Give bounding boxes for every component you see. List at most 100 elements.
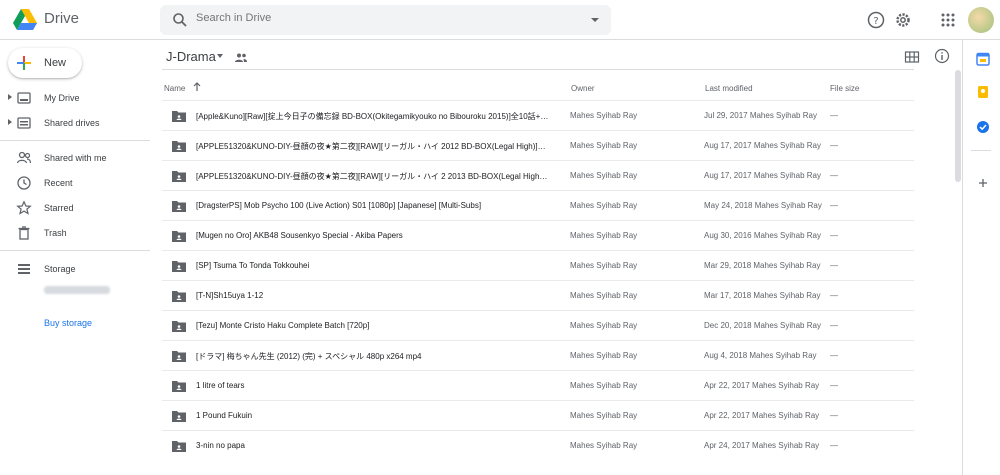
file-last-modified: Aug 4, 2018 Mahes Syihab Ray — [704, 351, 817, 360]
expand-caret-icon[interactable] — [8, 119, 12, 125]
info-icon[interactable] — [934, 48, 950, 64]
search-options-icon[interactable] — [591, 18, 599, 22]
file-last-modified: Mar 29, 2018 Mahes Syihab Ray — [704, 261, 821, 270]
file-name: [APPLE51320&KUNO-DIY-昼顔の夜★第二夜][RAW][リーガル… — [196, 172, 551, 181]
shared-folder-icon — [172, 351, 186, 362]
new-button[interactable]: New — [8, 48, 82, 78]
sidebar-item-recent[interactable]: Recent — [0, 173, 150, 193]
shared-folder-icon — [172, 321, 186, 332]
sidebar-item-label: Starred — [44, 203, 74, 213]
file-name: [APPLE51320&KUNO-DIY-昼顔の夜★第二夜][RAW][リーガル… — [196, 142, 551, 151]
file-owner: Mahes Syihab Ray — [570, 261, 638, 270]
file-last-modified: Aug 17, 2017 Mahes Syihab Ray — [704, 171, 821, 180]
plus-icon — [17, 56, 31, 70]
storage-icon — [18, 264, 30, 274]
file-size: — — [830, 351, 838, 360]
sidebar-item-shared-drives[interactable]: Shared drives — [0, 113, 150, 133]
file-owner: Mahes Syihab Ray — [570, 111, 638, 120]
file-size: — — [830, 381, 838, 390]
file-row[interactable]: [Mugen no Oro] AKB48 Sousenkyo Special -… — [162, 220, 914, 250]
folder-title[interactable]: J-Drama — [166, 49, 216, 64]
shared-folder-icon — [172, 291, 186, 302]
sidebar-item-label: My Drive — [44, 93, 80, 103]
apps-grid-icon[interactable] — [938, 10, 958, 30]
file-size: — — [830, 291, 838, 300]
file-name: [Tezu] Monte Cristo Haku Complete Batch … — [196, 321, 370, 330]
file-row[interactable]: 3-nin no papa Mahes Syihab Ray Apr 24, 201… — [162, 430, 914, 460]
file-row[interactable]: [T-N]Sh15uya 1-12 Mahes Syihab Ray Mar 17,… — [162, 280, 914, 310]
file-last-modified: Apr 22, 2017 Mahes Syihab Ray — [704, 411, 820, 420]
file-size: — — [830, 171, 838, 180]
file-row[interactable]: [Apple&Kuno][Raw][掟上今日子の備忘録 BD-BOX(Okite… — [162, 100, 914, 130]
calendar-icon[interactable] — [976, 52, 990, 66]
file-size: — — [830, 111, 838, 120]
shared-folder-icon — [172, 261, 186, 272]
app-name[interactable]: Drive — [44, 10, 79, 27]
sidebar-item-trash[interactable]: Trash — [0, 223, 150, 243]
file-row[interactable]: [DragsterPS] Mob Psycho 100 (Live Action… — [162, 190, 914, 220]
file-row[interactable]: [APPLE51320&KUNO-DIY-昼顔の夜★第二夜][RAW][リーガル… — [162, 160, 914, 190]
file-name: [ドラマ] 梅ちゃん先生 (2012) (完) + スペシャル 480p x26… — [196, 352, 422, 361]
file-row[interactable]: [ドラマ] 梅ちゃん先生 (2012) (完) + スペシャル 480p x26… — [162, 340, 914, 370]
sidebar-item-label: Recent — [44, 178, 73, 188]
shared-folder-icon — [172, 141, 186, 152]
search-input[interactable] — [196, 12, 576, 24]
file-name: [Apple&Kuno][Raw][掟上今日子の備忘録 BD-BOX(Okite… — [196, 112, 551, 121]
settings-gear-icon[interactable] — [893, 10, 913, 30]
file-last-modified: Jul 29, 2017 Mahes Syihab Ray — [704, 111, 817, 120]
file-row[interactable]: 1 litre of tears Mahes Syihab Ray Apr 22, … — [162, 370, 914, 400]
star-icon — [16, 200, 32, 215]
sort-ascending-arrow-icon[interactable] — [192, 82, 202, 92]
sidebar-item-my-drive[interactable]: My Drive — [0, 88, 150, 108]
trash-icon — [18, 226, 30, 240]
help-icon[interactable]: ? — [866, 10, 886, 30]
file-size: — — [830, 411, 838, 420]
file-last-modified: Dec 20, 2018 Mahes Syihab Ray — [704, 321, 821, 330]
avatar[interactable] — [968, 7, 994, 33]
my-drive-icon — [17, 92, 31, 104]
file-last-modified: Apr 24, 2017 Mahes Syihab Ray — [704, 441, 820, 450]
file-name: 1 litre of tears — [196, 381, 245, 390]
tasks-icon[interactable] — [976, 120, 990, 134]
buy-storage-link[interactable]: Buy storage — [44, 318, 92, 328]
file-name: [T-N]Sh15uya 1-12 — [196, 291, 264, 300]
column-header-name[interactable]: Name — [164, 84, 185, 93]
file-last-modified: May 24, 2018 Mahes Syihab Ray — [704, 201, 822, 210]
keep-icon[interactable] — [976, 85, 990, 99]
file-row[interactable]: [SP] Tsuma To Tonda Tokkouhei Mahes Syiha… — [162, 250, 914, 280]
file-row[interactable]: [APPLE51320&KUNO-DIY-昼顔の夜★第二夜][RAW][リーガル… — [162, 130, 914, 160]
shared-folder-icon — [172, 231, 186, 242]
search-bar[interactable] — [160, 5, 611, 35]
grid-view-icon[interactable] — [904, 49, 920, 65]
file-row[interactable]: [Tezu] Monte Cristo Haku Complete Batch … — [162, 310, 914, 340]
shared-folder-icon — [172, 441, 186, 452]
column-header-last-modified[interactable]: Last modified — [705, 84, 753, 93]
folder-menu-caret-icon[interactable] — [217, 54, 223, 58]
file-owner: Mahes Syihab Ray — [570, 291, 638, 300]
column-headers: Name Owner Last modified File size — [150, 70, 910, 100]
sidebar-item-starred[interactable]: Starred — [0, 198, 150, 218]
clock-icon — [17, 176, 31, 190]
expand-caret-icon[interactable] — [8, 94, 12, 100]
file-owner: Mahes Syihab Ray — [570, 351, 638, 360]
file-size: — — [830, 231, 838, 240]
file-name: [DragsterPS] Mob Psycho 100 (Live Action… — [196, 201, 482, 210]
column-header-owner[interactable]: Owner — [571, 84, 595, 93]
sidebar-item-storage[interactable]: Storage — [0, 259, 150, 279]
file-name: 1 Pound Fukuin — [196, 411, 253, 420]
sidebar-item-label: Shared with me — [44, 153, 107, 163]
scrollbar[interactable] — [955, 70, 961, 182]
shared-folder-icon — [172, 411, 186, 422]
shared-folder-icon — [172, 201, 186, 212]
search-icon[interactable] — [172, 12, 188, 28]
add-addon-plus-icon[interactable] — [976, 176, 990, 190]
shared-folder-people-icon[interactable] — [234, 51, 248, 65]
column-header-file-size[interactable]: File size — [830, 84, 859, 93]
file-row[interactable]: 1 Pound Fukuin Mahes Syihab Ray Apr 22, 20… — [162, 400, 914, 430]
side-panel-divider — [971, 150, 991, 151]
file-name: 3-nin no papa — [196, 441, 245, 450]
file-last-modified: Aug 17, 2017 Mahes Syihab Ray — [704, 141, 821, 150]
sidebar-item-shared-with-me[interactable]: Shared with me — [0, 148, 150, 168]
file-name: [Mugen no Oro] AKB48 Sousenkyo Special -… — [196, 231, 403, 240]
drive-logo-icon[interactable] — [12, 8, 38, 32]
